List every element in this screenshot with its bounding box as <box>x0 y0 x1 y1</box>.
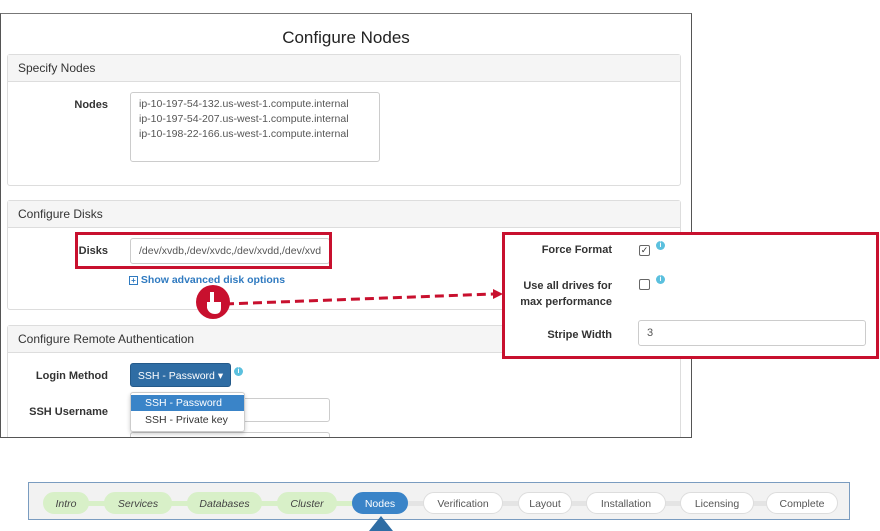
step-databases[interactable]: Databases <box>187 492 262 514</box>
step-installation[interactable]: Installation <box>586 492 666 514</box>
use-all-drives-checkbox[interactable] <box>639 279 650 290</box>
step-intro[interactable]: Intro <box>43 492 89 514</box>
force-format-label: Force Format <box>541 244 612 256</box>
wizard-progress-bar: Intro Services Databases Cluster Nodes V… <box>28 482 850 520</box>
menu-item-ssh-password[interactable]: SSH - Password <box>131 395 244 411</box>
node-line: ip-10-197-54-207.us-west-1.compute.inter… <box>139 113 349 125</box>
label-line: max performance <box>520 296 612 308</box>
plus-square-icon: + <box>129 276 138 285</box>
dropdown-value: SSH - Password <box>137 370 215 382</box>
current-step-pointer-icon <box>369 516 393 531</box>
password-input[interactable] <box>130 432 330 437</box>
force-format-checkbox[interactable]: ✓ <box>639 245 650 256</box>
nodes-textarea[interactable]: ip-10-197-54-132.us-west-1.compute.inter… <box>130 92 380 162</box>
login-method-dropdown[interactable]: SSH - Password ▾ <box>130 363 231 387</box>
node-line: ip-10-198-22-166.us-west-1.compute.inter… <box>139 128 349 140</box>
step-licensing[interactable]: Licensing <box>680 492 754 514</box>
step-layout[interactable]: Layout <box>518 492 572 514</box>
disks-highlight-box <box>75 232 332 269</box>
stripe-width-label: Stripe Width <box>547 329 612 341</box>
use-all-drives-label: Use all drives for max performance <box>505 278 612 310</box>
configure-nodes-window: Configure Nodes Specify Nodes Nodes ip-1… <box>0 13 692 438</box>
step-complete[interactable]: Complete <box>766 492 838 514</box>
info-icon[interactable]: i <box>656 275 665 284</box>
login-method-menu: SSH - Password SSH - Private key <box>130 392 245 432</box>
nodes-label: Nodes <box>74 99 108 111</box>
callout-arrow <box>196 285 503 319</box>
panel-header: Configure Disks <box>8 201 680 228</box>
page-title: Configure Nodes <box>282 28 410 47</box>
step-nodes[interactable]: Nodes <box>352 492 408 514</box>
specify-nodes-panel: Specify Nodes Nodes ip-10-197-54-132.us-… <box>7 54 681 186</box>
menu-item-ssh-private-key[interactable]: SSH - Private key <box>131 411 244 429</box>
node-line: ip-10-197-54-132.us-west-1.compute.inter… <box>139 98 349 110</box>
ssh-username-label: SSH Username <box>29 406 108 418</box>
panel-header: Specify Nodes <box>8 55 680 82</box>
step-cluster[interactable]: Cluster <box>277 492 337 514</box>
step-verification[interactable]: Verification <box>423 492 503 514</box>
caret-down-icon: ▾ <box>217 370 224 382</box>
info-icon[interactable]: i <box>656 241 665 250</box>
label-line: Use all drives for <box>523 280 612 292</box>
stripe-width-input[interactable]: 3 <box>638 320 866 346</box>
info-icon[interactable]: i <box>234 367 243 376</box>
advanced-disk-options-callout: Force Format ✓ i Use all drives for max p… <box>502 232 879 359</box>
hand-pointer-icon <box>195 285 231 321</box>
step-services[interactable]: Services <box>104 492 172 514</box>
login-method-label: Login Method <box>35 370 108 382</box>
